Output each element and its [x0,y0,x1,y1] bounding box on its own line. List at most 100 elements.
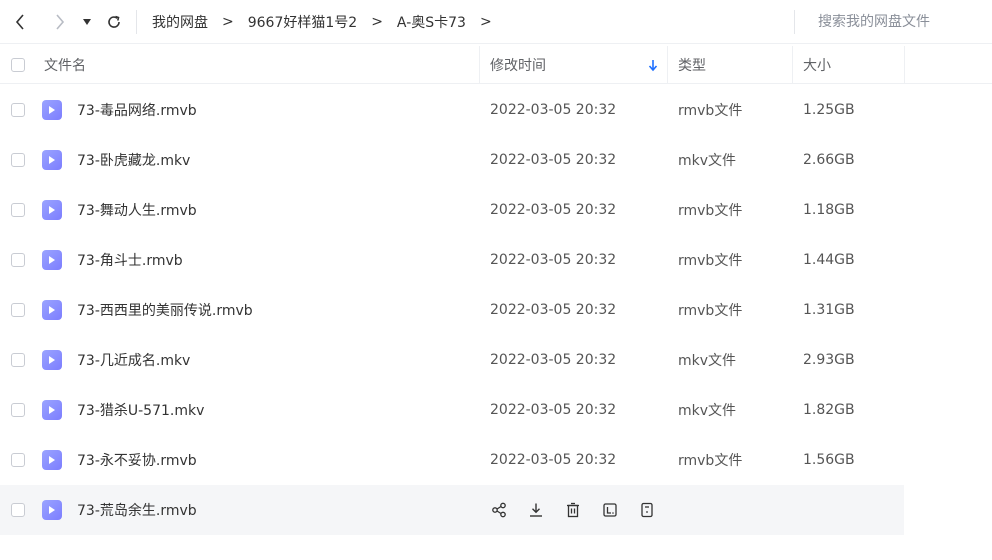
row-checkbox[interactable] [11,453,25,467]
video-file-icon [42,350,62,370]
file-type: rmvb文件 [678,103,743,119]
breadcrumb-item-root[interactable]: 我的网盘 [152,12,208,32]
search-divider [794,10,795,34]
row-checkbox[interactable] [11,403,25,417]
file-row[interactable]: 73-西西里的美丽传说.rmvb 2022-03-05 20:32 rmvb文件… [0,285,904,335]
file-size: 1.18GB [803,202,855,218]
video-file-icon [42,100,62,120]
file-name[interactable]: 73-猎杀U-571.mkv [77,385,204,435]
file-list: 73-毒品网络.rmvb 2022-03-05 20:32 rmvb文件 1.2… [0,85,904,535]
row-checkbox[interactable] [11,503,25,517]
file-type: mkv文件 [678,153,737,169]
video-file-icon [42,450,62,470]
forward-button[interactable] [48,10,72,34]
download-icon [530,503,542,517]
row-checkbox[interactable] [11,103,25,117]
file-size: 1.56GB [803,452,855,468]
column-header-name[interactable]: 文件名 [44,46,86,84]
file-row[interactable]: 73-毒品网络.rmvb 2022-03-05 20:32 rmvb文件 1.2… [0,85,904,135]
download-button[interactable] [527,501,545,519]
more-icon [641,502,653,518]
share-icon [492,502,506,518]
video-file-icon [42,400,62,420]
file-name[interactable]: 73-角斗士.rmvb [77,235,183,285]
refresh-button[interactable] [104,10,124,34]
select-all-checkbox[interactable] [11,58,25,72]
file-list-header: 文件名 修改时间 类型 大小 [0,46,992,84]
share-button[interactable] [490,501,508,519]
file-row[interactable]: 73-永不妥协.rmvb 2022-03-05 20:32 rmvb文件 1.5… [0,435,904,485]
file-row[interactable]: 73-角斗士.rmvb 2022-03-05 20:32 rmvb文件 1.44… [0,235,904,285]
column-header-size[interactable]: 大小 [803,46,831,84]
column-divider [479,46,480,84]
file-size: 1.25GB [803,102,855,118]
video-file-icon [42,300,62,320]
toolbar-divider [136,10,137,34]
more-button[interactable] [638,501,656,519]
rename-icon [603,503,617,517]
top-navigation-bar: 我的网盘 > 9667好样猫1号2 > A-奥S卡73 > [0,0,992,44]
file-row[interactable]: 73-舞动人生.rmvb 2022-03-05 20:32 rmvb文件 1.1… [0,185,904,235]
file-row[interactable]: 73-猎杀U-571.mkv 2022-03-05 20:32 mkv文件 1.… [0,385,904,435]
file-name[interactable]: 73-永不妥协.rmvb [77,435,197,485]
history-dropdown-button[interactable] [80,10,94,34]
file-row[interactable]: 73-几近成名.mkv 2022-03-05 20:32 mkv文件 2.93G… [0,335,904,385]
file-size: 1.44GB [803,252,855,268]
file-name[interactable]: 73-荒岛余生.rmvb [77,485,197,535]
row-checkbox[interactable] [11,303,25,317]
file-size: 1.31GB [803,302,855,318]
column-divider [904,46,905,84]
file-modified: 2022-03-05 20:32 [490,252,617,268]
file-modified: 2022-03-05 20:32 [490,102,617,118]
file-row-hovered[interactable]: 73-荒岛余生.rmvb [0,485,904,535]
back-button[interactable] [8,10,32,34]
column-divider [667,46,668,84]
search-input[interactable] [818,11,978,33]
video-file-icon [42,500,62,520]
caret-down-icon [83,19,91,25]
file-modified: 2022-03-05 20:32 [490,202,617,218]
file-name[interactable]: 73-毒品网络.rmvb [77,85,197,135]
file-type: mkv文件 [678,353,737,369]
file-row[interactable]: 73-卧虎藏龙.mkv 2022-03-05 20:32 mkv文件 2.66G… [0,135,904,185]
file-modified: 2022-03-05 20:32 [490,402,617,418]
row-checkbox[interactable] [11,253,25,267]
file-size: 1.82GB [803,402,855,418]
file-modified: 2022-03-05 20:32 [490,302,617,318]
row-checkbox[interactable] [11,203,25,217]
file-modified: 2022-03-05 20:32 [490,152,617,168]
file-modified: 2022-03-05 20:32 [490,452,617,468]
file-type: rmvb文件 [678,453,743,469]
row-checkbox[interactable] [11,353,25,367]
file-type: mkv文件 [678,403,737,419]
rename-button[interactable] [601,501,619,519]
delete-icon [567,502,579,518]
column-divider [792,46,793,84]
delete-button[interactable] [564,501,582,519]
file-type: rmvb文件 [678,253,743,269]
video-file-icon [42,150,62,170]
file-size: 2.66GB [803,152,855,168]
file-name[interactable]: 73-西西里的美丽传说.rmvb [77,285,253,335]
breadcrumb-separator: > [479,14,492,30]
file-modified: 2022-03-05 20:32 [490,352,617,368]
file-name[interactable]: 73-几近成名.mkv [77,335,190,385]
column-header-modified[interactable]: 修改时间 [490,46,546,84]
file-type: rmvb文件 [678,203,743,219]
column-header-type[interactable]: 类型 [678,46,706,84]
breadcrumb-item-current[interactable]: A-奥S卡73 [397,12,466,32]
file-name[interactable]: 73-卧虎藏龙.mkv [77,135,190,185]
row-action-toolbar [490,485,656,535]
video-file-icon [42,200,62,220]
breadcrumb: 我的网盘 > 9667好样猫1号2 > A-奥S卡73 > [152,0,506,44]
chevron-left-icon [15,14,24,30]
file-type: rmvb文件 [678,303,743,319]
file-size: 2.93GB [803,352,855,368]
breadcrumb-separator: > [222,14,234,30]
row-checkbox[interactable] [11,153,25,167]
breadcrumb-separator: > [371,14,383,30]
breadcrumb-item-folder[interactable]: 9667好样猫1号2 [248,12,357,32]
video-file-icon [42,250,62,270]
sort-descending-icon[interactable] [648,58,658,72]
file-name[interactable]: 73-舞动人生.rmvb [77,185,197,235]
